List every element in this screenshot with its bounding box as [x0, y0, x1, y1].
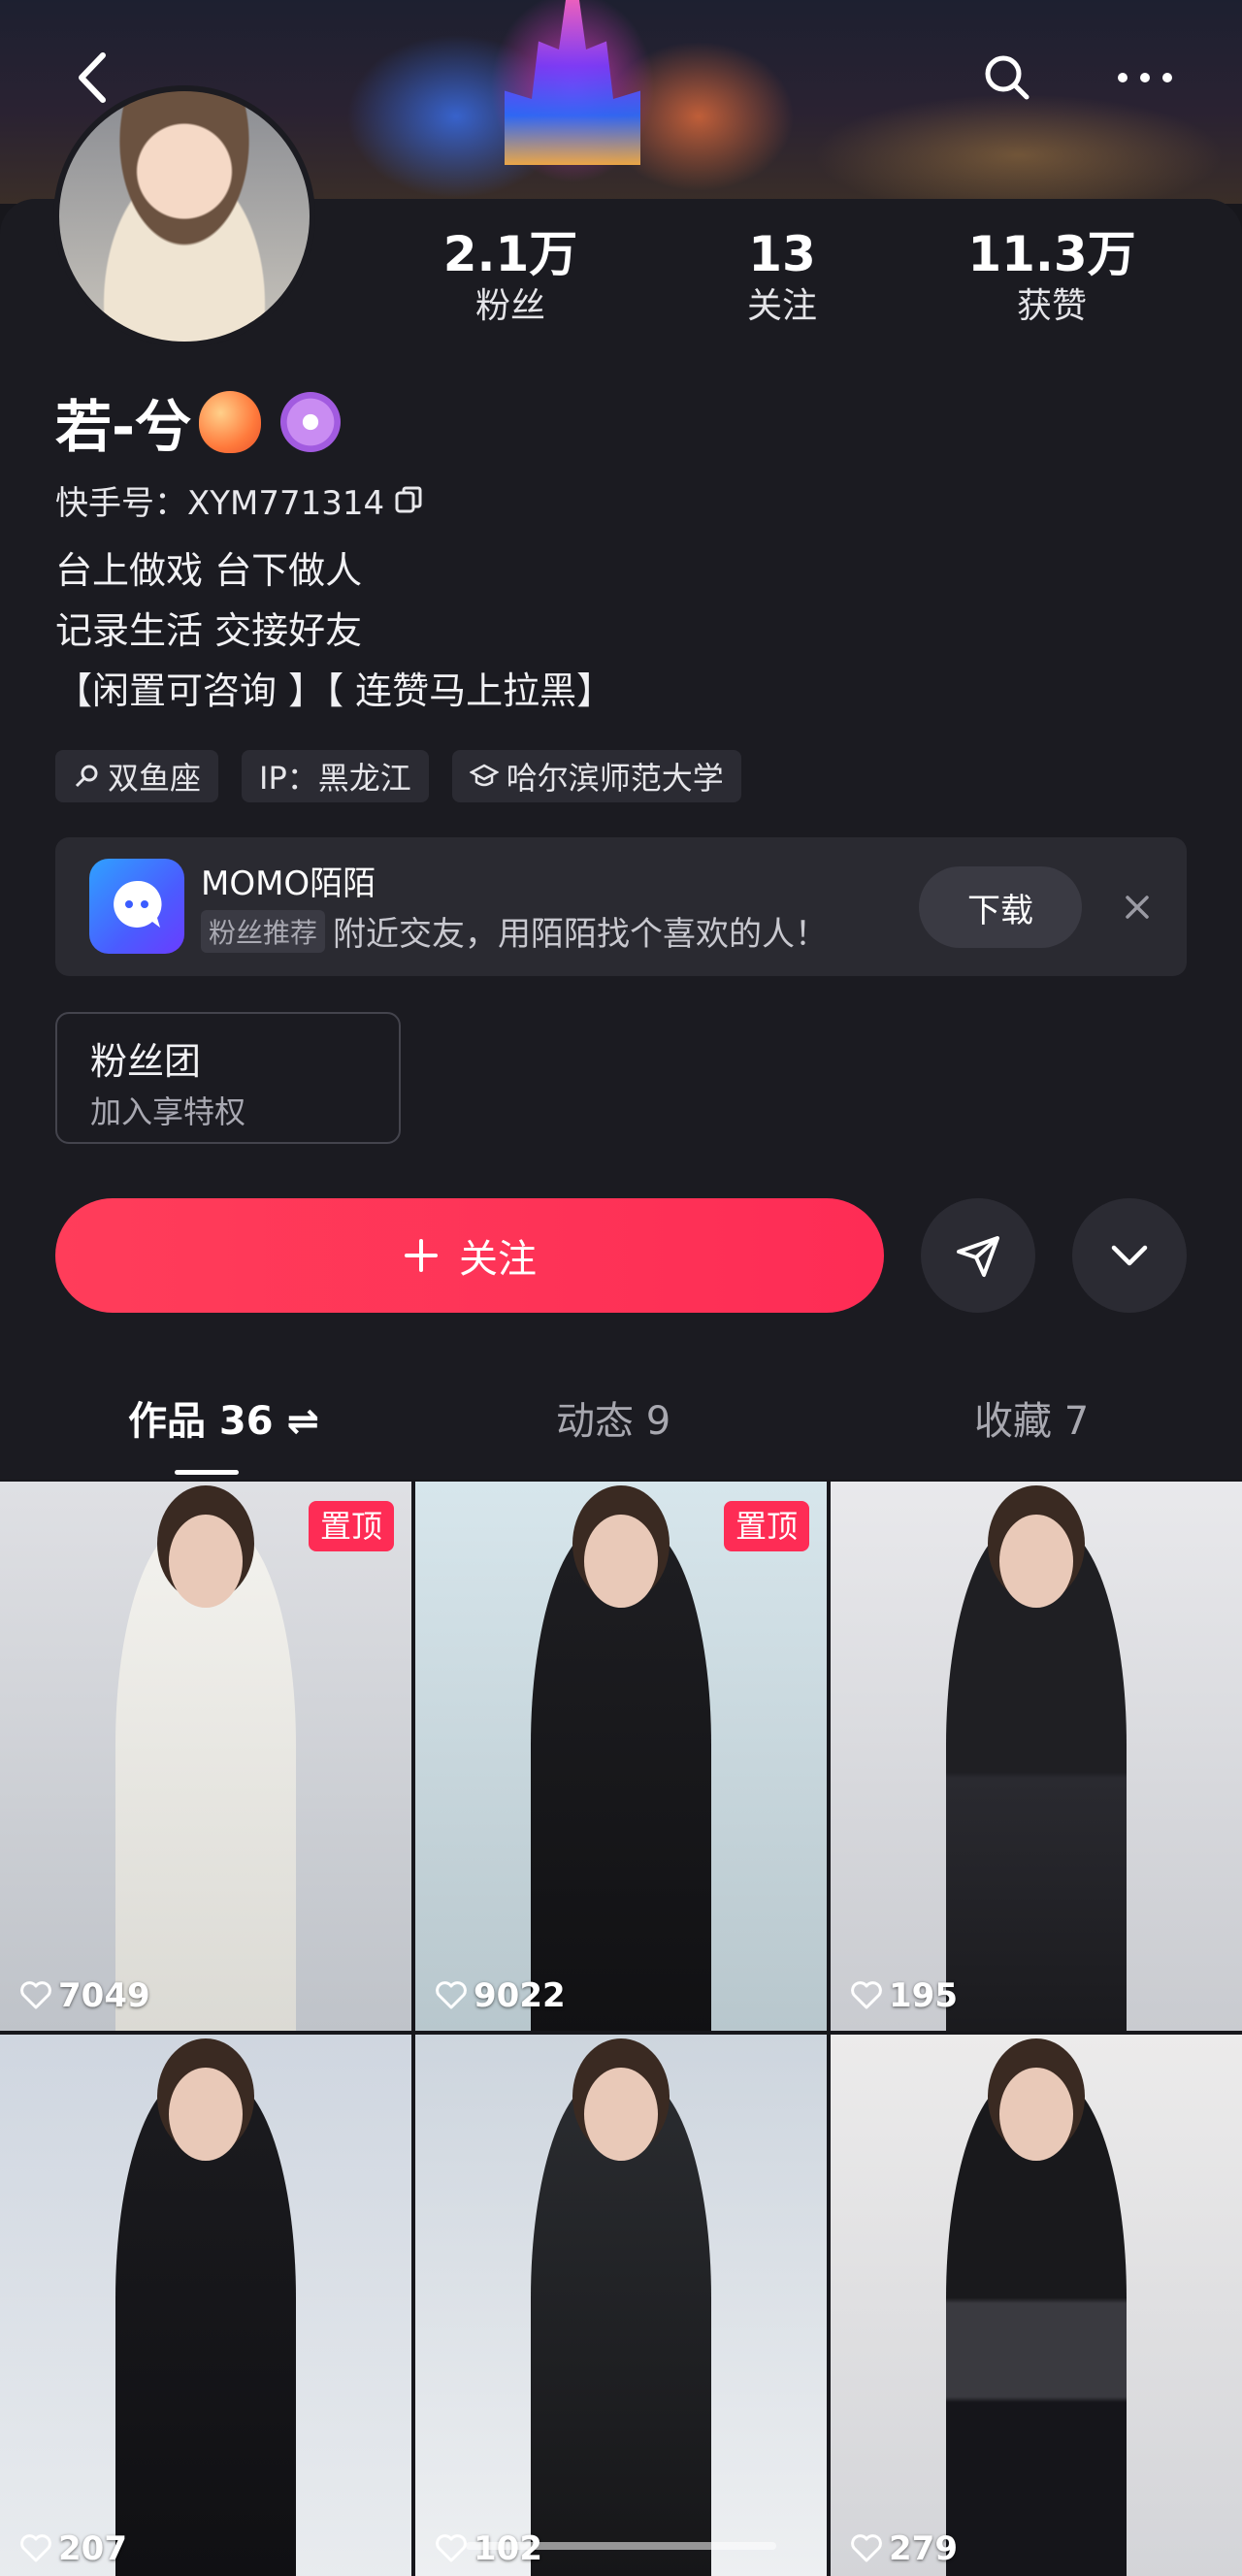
heart-icon — [851, 2534, 882, 2562]
kuaishou-id-text: 快手号：XYM771314 — [55, 483, 385, 523]
heart-icon — [436, 2534, 467, 2562]
profile-tags: 双鱼座 IP：黑龙江 哈尔滨师范大学 — [55, 750, 741, 802]
fan-club-title: 粉丝团 — [90, 1040, 202, 1083]
back-arrow-icon — [79, 52, 106, 103]
person-head — [998, 2067, 1074, 2162]
person-head — [583, 1514, 659, 1609]
like-count-value: 207 — [58, 2529, 127, 2568]
ad-title: MOMO陌陌 — [201, 864, 376, 903]
tag-ip: IP：黑龙江 — [242, 750, 429, 802]
more-button[interactable] — [1116, 49, 1174, 107]
fan-club-subtitle: 加入享特权 — [90, 1093, 246, 1130]
tag-label: 哈尔滨师范大学 — [506, 760, 724, 797]
like-count-value: 9022 — [474, 1976, 566, 2015]
bio-line: 【闲置可咨询 】【 连赞马上拉黑】 — [55, 669, 614, 712]
stat-value: 13 — [748, 226, 816, 282]
video-grid: 置顶 7049 置顶 9022 195 207 279 — [0, 1482, 1242, 2576]
tag-zodiac: 双鱼座 — [55, 750, 219, 802]
tab-active-indicator — [175, 1470, 239, 1475]
send-icon — [957, 1236, 999, 1277]
tab-favorites[interactable]: 收藏 7 — [974, 1392, 1089, 1451]
video-thumbnail[interactable]: 207 — [0, 2035, 411, 2576]
expand-button[interactable] — [1072, 1198, 1187, 1313]
ad-subtitle: 粉丝推荐 附近交友，用陌陌找个喜欢的人！ — [201, 907, 828, 955]
more-dots-icon — [1118, 73, 1172, 82]
ad-download-button[interactable]: 下载 — [919, 866, 1082, 948]
stat-label: 获赞 — [1016, 286, 1087, 326]
close-icon — [1126, 896, 1149, 919]
ad-close-button[interactable] — [1108, 878, 1166, 936]
video-thumbnail[interactable]: 置顶 9022 — [415, 1482, 827, 2031]
message-button[interactable] — [921, 1198, 1035, 1313]
like-count: 195 — [850, 1976, 958, 2015]
like-count: 207 — [19, 2529, 127, 2568]
person-head — [168, 1514, 244, 1609]
bio-line: 记录生活 交接好友 — [55, 609, 363, 652]
momo-logo-icon — [89, 859, 184, 954]
tag-label: IP：黑龙江 — [259, 760, 411, 797]
tag-school: 哈尔滨师范大学 — [451, 750, 741, 802]
ad-chip: 粉丝推荐 — [201, 909, 326, 953]
stat-likes[interactable]: 11.3万 获赞 — [945, 225, 1159, 330]
heart-icon — [20, 1981, 51, 2009]
stat-label: 粉丝 — [474, 286, 545, 326]
verified-badge-icon[interactable] — [280, 392, 342, 452]
video-thumbnail[interactable]: 102 — [415, 2035, 827, 2576]
tag-label: 双鱼座 — [108, 760, 202, 797]
video-thumbnail[interactable]: 195 — [831, 1482, 1242, 2031]
zodiac-icon — [75, 765, 98, 788]
kuaishou-id: 快手号：XYM771314 — [55, 475, 423, 524]
peach-emoji-icon — [199, 391, 262, 453]
video-thumbnail[interactable]: 置顶 7049 — [0, 1482, 411, 2031]
plus-icon — [405, 1239, 438, 1272]
ad-banner[interactable]: MOMO陌陌 粉丝推荐 附近交友，用陌陌找个喜欢的人！ 下载 — [55, 837, 1187, 976]
bio-line: 台上做戏 台下做人 — [55, 549, 363, 592]
ad-text: 附近交友，用陌陌找个喜欢的人！ — [333, 915, 829, 954]
heart-icon — [20, 2534, 51, 2562]
search-icon — [985, 55, 1030, 100]
like-count-value: 7049 — [58, 1976, 150, 2015]
search-button[interactable] — [978, 49, 1036, 107]
stat-value: 11.3万 — [967, 226, 1136, 282]
profile-name: 若-兮 — [55, 388, 342, 460]
stat-following[interactable]: 13 关注 — [675, 225, 889, 330]
pinned-badge: 置顶 — [723, 1501, 809, 1551]
profile-name-text: 若-兮 — [55, 394, 192, 460]
like-count-value: 279 — [889, 2529, 958, 2568]
graduation-cap-icon — [469, 764, 499, 787]
like-count: 279 — [850, 2529, 958, 2568]
video-thumbnail[interactable]: 279 — [831, 2035, 1242, 2576]
like-count-value: 195 — [889, 1976, 958, 2015]
chevron-down-icon — [1111, 1245, 1148, 1266]
back-button[interactable] — [63, 49, 121, 107]
heart-icon — [851, 1981, 882, 2009]
follow-label: 关注 — [459, 1237, 537, 1282]
tab-works[interactable]: 作品 36 ⇌ — [128, 1392, 319, 1451]
home-indicator — [466, 2542, 776, 2550]
pinned-badge: 置顶 — [308, 1501, 394, 1551]
avatar[interactable] — [53, 85, 315, 347]
follow-button[interactable]: 关注 — [55, 1198, 884, 1313]
person-head — [998, 1514, 1074, 1609]
castle-image — [505, 0, 640, 165]
like-count: 9022 — [435, 1976, 566, 2015]
stat-label: 关注 — [746, 286, 817, 326]
stat-followers[interactable]: 2.1万 粉丝 — [404, 225, 617, 330]
heart-icon — [436, 1981, 467, 2009]
person-head — [583, 2067, 659, 2162]
person-head — [168, 2067, 244, 2162]
fan-club-card[interactable]: 粉丝团 加入享特权 — [55, 1012, 401, 1144]
stat-value: 2.1万 — [442, 226, 578, 282]
tab-moments[interactable]: 动态 9 — [556, 1392, 670, 1451]
copy-icon[interactable] — [394, 485, 423, 514]
like-count: 7049 — [19, 1976, 150, 2015]
